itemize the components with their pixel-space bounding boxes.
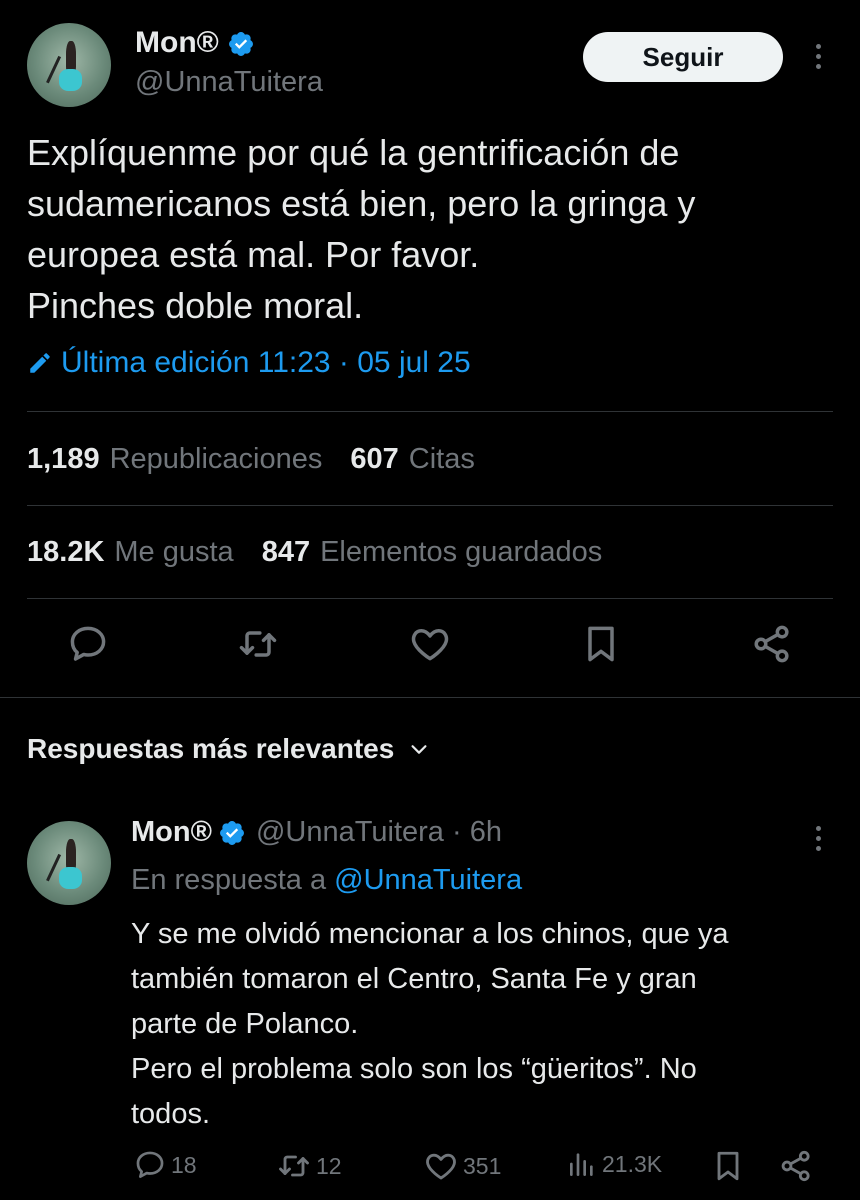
views-icon [570, 1153, 593, 1176]
tweet-text: Explíquenme por qué la gentrificación de… [27, 132, 696, 326]
bookmarks-label[interactable]: Elementos guardados [320, 536, 602, 569]
quotes-count[interactable]: 607 [350, 443, 398, 476]
likes-label[interactable]: Me gusta [114, 536, 233, 569]
reply-handle-time[interactable]: @UnnaTuitera · 6h [256, 816, 502, 849]
author-name[interactable]: Mon® [135, 26, 219, 59]
author-handle[interactable]: @UnnaTuitera [135, 66, 323, 99]
stats-row-likes: 18.2K Me gusta 847 Elementos guardados [27, 536, 630, 569]
follow-button[interactable]: Seguir [583, 32, 783, 82]
reply-views-count: 21.3K [602, 1150, 663, 1177]
reply-reply-count: 18 [171, 1151, 197, 1178]
verified-badge-icon [220, 820, 244, 845]
repost-icon[interactable] [236, 622, 280, 666]
more-icon[interactable] [808, 44, 828, 69]
edit-label[interactable]: Última edición 11:23 · 05 jul 25 [61, 346, 471, 380]
like-icon[interactable] [408, 622, 452, 666]
bookmark-icon[interactable] [710, 1148, 746, 1184]
edit-pencil-icon [30, 353, 50, 373]
reply-to-line: En respuesta a @UnnaTuitera [131, 864, 522, 897]
share-icon[interactable] [778, 1148, 814, 1184]
divider [27, 411, 833, 412]
reply-reply-button[interactable]: 18 [133, 1148, 197, 1182]
repost-icon [279, 1155, 309, 1177]
quotes-label[interactable]: Citas [409, 443, 475, 476]
reply-like-count: 351 [463, 1152, 502, 1179]
likes-count[interactable]: 18.2K [27, 536, 104, 569]
reply-more-icon[interactable] [808, 826, 828, 851]
divider [27, 598, 833, 599]
verified-badge-icon [229, 32, 254, 57]
share-icon[interactable] [750, 622, 794, 666]
bookmark-icon[interactable] [579, 622, 623, 666]
chevron-down-icon[interactable] [408, 738, 430, 760]
replies-sort-selector[interactable]: Respuestas más relevantes [27, 733, 430, 765]
reposts-label[interactable]: Republicaciones [110, 443, 323, 476]
reply-action-bar: 18 12 351 21.3K [0, 1148, 860, 1188]
reply-icon [136, 1151, 164, 1178]
bookmarks-count[interactable]: 847 [262, 536, 310, 569]
reply-to-prefix: En respuesta a [131, 864, 327, 896]
stats-row-reposts: 1,189 Republicaciones 607 Citas [27, 443, 503, 476]
reply-text: Y se me olvidó mencionar a los chinos, q… [131, 918, 729, 1130]
reply-to-mention[interactable]: @UnnaTuitera [334, 864, 522, 896]
reply-repost-count: 12 [316, 1152, 342, 1179]
reply-views-button[interactable]: 21.3K [566, 1148, 662, 1180]
like-icon [426, 1153, 456, 1180]
reply-like-button[interactable]: 351 [423, 1148, 501, 1184]
reply-header: Mon® @UnnaTuitera · 6h [131, 816, 502, 849]
tweet-action-bar [0, 622, 860, 678]
section-divider [0, 697, 860, 698]
author-avatar[interactable] [27, 23, 111, 107]
reposts-count[interactable]: 1,189 [27, 443, 100, 476]
reply-repost-button[interactable]: 12 [276, 1148, 342, 1184]
author-name-row[interactable]: Mon® [135, 26, 255, 60]
reply-icon[interactable] [66, 622, 110, 666]
reply-author-name[interactable]: Mon® [131, 816, 212, 849]
replies-sort-label[interactable]: Respuestas más relevantes [27, 733, 394, 765]
divider [27, 505, 833, 506]
reply-author-avatar[interactable] [27, 821, 111, 905]
edit-history-link[interactable]: Última edición 11:23 · 05 jul 25 [27, 346, 471, 380]
